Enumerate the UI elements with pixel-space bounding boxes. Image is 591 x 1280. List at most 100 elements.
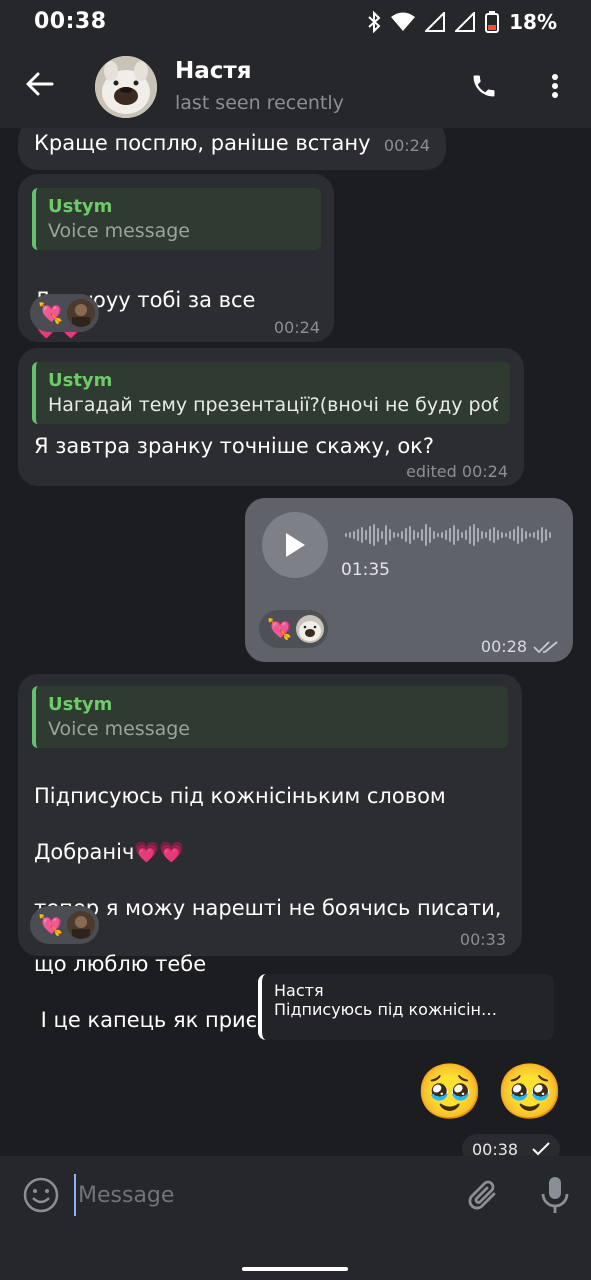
message-text-line: Підписуюсь під кожнісіньким словом: [34, 784, 446, 808]
reply-author: Ustym: [48, 370, 113, 391]
waveform-bar: [545, 529, 547, 541]
waveform-bar: [533, 532, 535, 538]
smile-icon: [23, 1177, 59, 1213]
signal-icon-2: [455, 12, 476, 32]
message-time: 00:24: [383, 136, 430, 155]
phone-icon: [473, 75, 495, 97]
double-check-icon: [533, 640, 558, 653]
reply-quote[interactable]: Ustym Нагадай тему презентації?(вночі не…: [32, 362, 510, 424]
microphone-button[interactable]: [538, 1174, 572, 1216]
message-text: Я завтра зранку точніше скажу, ок?: [34, 434, 435, 458]
play-icon: [286, 533, 305, 557]
reactor-avatar: [295, 615, 324, 643]
message-bubble-incoming[interactable]: Ustym Нагадай тему презентації?(вночі не…: [18, 348, 524, 486]
message-time-pill: 00:38: [462, 1134, 560, 1156]
bluetooth-icon: [368, 11, 381, 33]
attach-button[interactable]: [466, 1176, 502, 1216]
more-menu-button[interactable]: [540, 68, 570, 104]
waveform-bar: [541, 527, 543, 543]
battery-percent: 18%: [509, 10, 557, 34]
contact-avatar[interactable]: [95, 56, 157, 118]
waveform-bar: [489, 529, 491, 541]
voice-duration: 01:35: [341, 560, 390, 580]
heart-emoji: 💗💗: [134, 840, 185, 864]
waveform-bar: [525, 531, 527, 539]
message-bubble-incoming[interactable]: Ustym Voice message Підписуюсь під кожні…: [18, 674, 522, 1032]
heart-arrow-emoji: 💘: [267, 617, 292, 641]
pleading-face-emoji[interactable]: 🥹: [416, 1060, 483, 1124]
reply-quote[interactable]: Ustym Voice message: [32, 188, 321, 250]
back-button[interactable]: [22, 66, 58, 102]
reply-author: Ustym: [48, 694, 113, 715]
contact-status: last seen recently: [175, 92, 344, 114]
waveform-bar: [505, 533, 507, 537]
waveform-bar: [365, 530, 367, 540]
waveform-bar: [517, 526, 519, 544]
waveform-bar: [521, 528, 523, 542]
message-text-line: тепер я можу нарешті не боячись писати,: [34, 896, 502, 920]
status-icons: 18%: [367, 10, 557, 34]
message-time: 00:33: [459, 930, 506, 949]
reply-quote-outgoing[interactable]: Настя Підписуюсь під кожнісін…: [258, 974, 554, 1040]
waveform-bar: [453, 525, 455, 545]
message-text-fragment: Добраніч: [34, 840, 135, 864]
reply-text: Підписуюсь під кожнісін…: [274, 1000, 497, 1019]
waveform-bar: [509, 531, 511, 539]
waveform-bar: [397, 533, 399, 537]
message-time-text: 00:28: [480, 637, 527, 656]
waveform-bar: [373, 524, 375, 546]
waveform-bar: [501, 532, 503, 538]
waveform-bar: [401, 531, 403, 539]
emoji-button[interactable]: [22, 1176, 60, 1214]
voice-waveform[interactable]: [345, 520, 559, 550]
more-vertical-icon: [552, 74, 558, 98]
waveform-bar: [413, 530, 415, 540]
status-bar: 00:38 18%: [0, 0, 591, 44]
waveform-bar: [549, 532, 551, 538]
message-bubble-incoming[interactable]: Краще посплю, раніше встану 00:24: [18, 128, 446, 170]
play-button[interactable]: [262, 512, 328, 578]
waveform-bar: [409, 526, 411, 544]
system-navigation-bar: [0, 1240, 591, 1280]
battery-icon: [485, 11, 500, 33]
reply-quote[interactable]: Ustym Voice message: [32, 686, 508, 748]
status-time: 00:38: [34, 9, 107, 34]
waveform-bar: [469, 526, 471, 544]
waveform-bar: [449, 528, 451, 542]
waveform-bar: [461, 532, 463, 538]
message-time: 00:28: [481, 637, 559, 656]
message-time: 00:24: [273, 318, 320, 337]
waveform-bar: [421, 529, 423, 541]
message-input[interactable]: [74, 1174, 444, 1216]
message-bubble-incoming[interactable]: Ustym Voice message Дякуюуу тобі за все …: [18, 174, 334, 342]
waveform-bar: [393, 532, 395, 538]
chat-header: Настя last seen recently: [0, 44, 591, 128]
microphone-icon: [541, 1177, 569, 1213]
pleading-face-emoji[interactable]: 🥹: [496, 1060, 563, 1124]
message-list[interactable]: Краще посплю, раніше встану 00:24 Ustym …: [0, 128, 591, 1156]
wifi-icon: [391, 12, 416, 31]
reaction-chip[interactable]: 💘: [30, 294, 99, 332]
reply-text: Voice message: [48, 718, 190, 740]
waveform-bar: [473, 524, 475, 546]
home-gesture-handle[interactable]: [242, 1267, 348, 1271]
waveform-bar: [445, 530, 447, 540]
waveform-bar: [389, 529, 391, 541]
paperclip-icon: [468, 1180, 496, 1210]
waveform-bar: [349, 532, 351, 538]
check-icon: [532, 1142, 550, 1156]
reply-author: Ustym: [48, 196, 113, 217]
call-button[interactable]: [466, 68, 502, 104]
reaction-chip[interactable]: 💘: [259, 610, 328, 648]
voice-message-bubble[interactable]: 01:35 💘 00:28: [245, 498, 573, 662]
waveform-bar: [425, 524, 427, 546]
message-text: Краще посплю, раніше встану: [34, 131, 371, 155]
waveform-bar: [385, 525, 387, 545]
message-text-line: Добраніч💗💗: [34, 838, 501, 866]
contact-name[interactable]: Настя: [175, 58, 252, 84]
waveform-bar: [457, 529, 459, 541]
waveform-bar: [485, 532, 487, 538]
waveform-bar: [357, 529, 359, 541]
waveform-bar: [529, 533, 531, 537]
reaction-chip[interactable]: 💘: [30, 906, 99, 944]
